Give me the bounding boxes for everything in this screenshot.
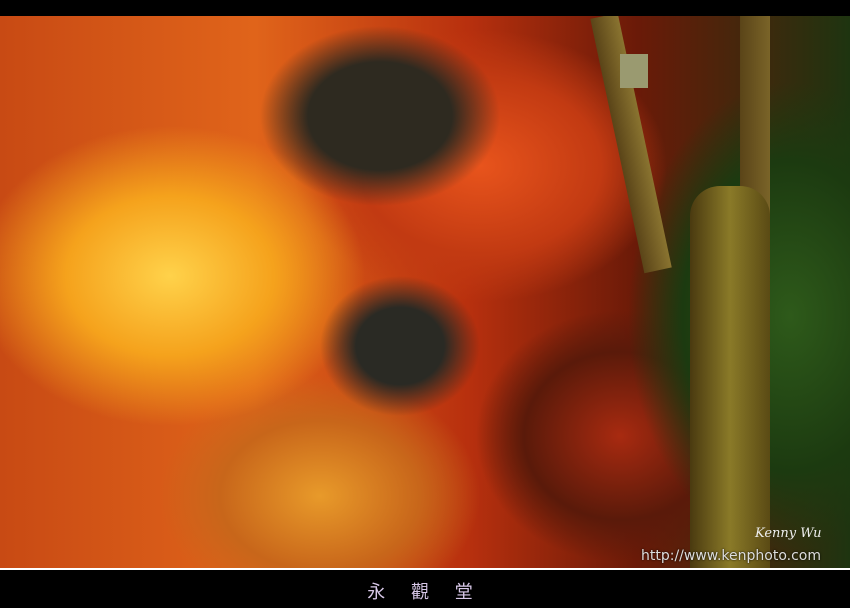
- frame-divider: [0, 568, 850, 570]
- lantern: [620, 54, 648, 88]
- watermark-url: http://www.kenphoto.com: [641, 548, 821, 564]
- autumn-maple-photo: Kenny Wu http://www.kenphoto.com: [0, 16, 850, 568]
- photographer-signature: Kenny Wu: [755, 526, 822, 541]
- tree-trunk: [690, 186, 770, 568]
- photo-caption: 永 觀 堂: [367, 582, 483, 603]
